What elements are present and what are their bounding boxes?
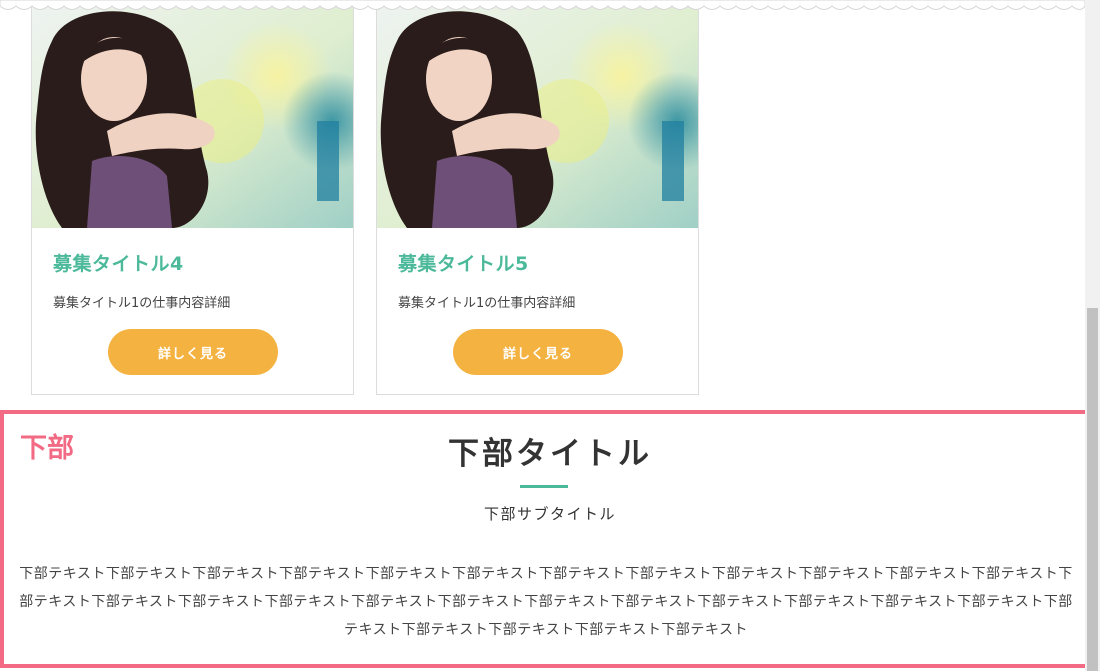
section-title: 下部タイトル — [448, 436, 652, 472]
details-button[interactable]: 詳しく見る — [108, 329, 278, 375]
scrollbar-thumb[interactable] — [1087, 308, 1098, 671]
card-title: 募集タイトル5 — [398, 253, 529, 275]
section-body-text: 下部テキスト下部テキスト下部テキスト下部テキスト下部テキスト下部テキスト下部テキ… — [19, 566, 1073, 638]
wavy-top-edge — [0, 0, 1085, 10]
job-card: 募集タイトル4 募集タイトル1の仕事内容詳細 詳しく見る — [31, 0, 354, 395]
vertical-scrollbar[interactable] — [1085, 0, 1100, 671]
card-photo — [32, 1, 353, 228]
card-title: 募集タイトル4 — [53, 253, 184, 275]
section-subtitle: 下部サブタイトル — [483, 505, 616, 523]
card-photo — [377, 1, 698, 228]
title-underline — [520, 485, 568, 488]
card-description: 募集タイトル1の仕事内容詳細 — [53, 296, 231, 311]
card-description: 募集タイトル1の仕事内容詳細 — [398, 296, 576, 311]
bottom-section: 下部 下部タイトル 下部サブタイトル 下部テキスト下部テキスト下部テキスト下部テ… — [0, 410, 1100, 668]
job-card: 募集タイトル5 募集タイトル1の仕事内容詳細 詳しく見る — [376, 0, 699, 395]
details-button[interactable]: 詳しく見る — [453, 329, 623, 375]
